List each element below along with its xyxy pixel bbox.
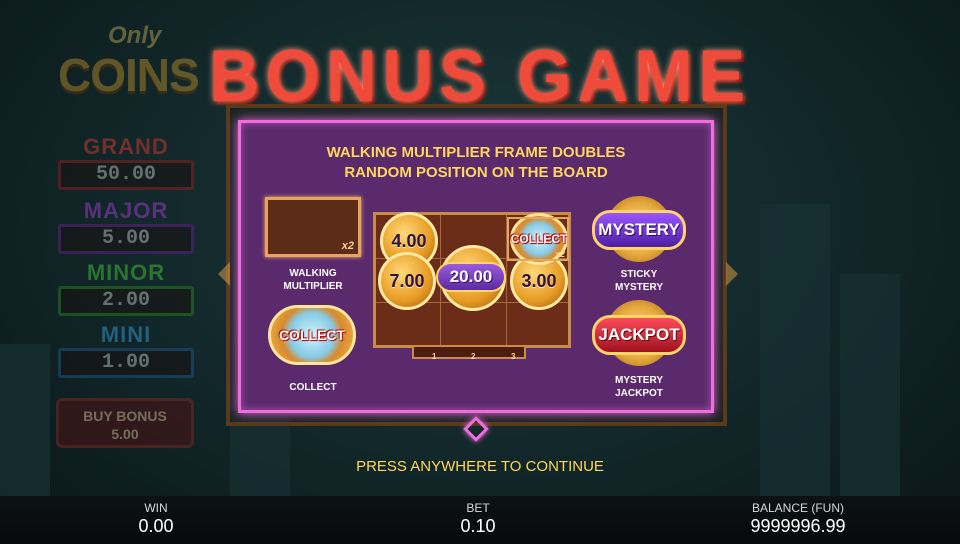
headline-line-1: WALKING MULTIPLIER FRAME DOUBLES bbox=[326, 144, 626, 161]
win-display: WIN 0.00 bbox=[120, 501, 192, 537]
caption-line: MULTIPLIER bbox=[283, 281, 343, 292]
jackpot-symbol-icon: JACKPOT bbox=[592, 315, 686, 355]
headline-line-2: RANDOM POSITION ON THE BOARD bbox=[344, 164, 608, 181]
walking-multiplier-frame-icon: x2 bbox=[265, 197, 361, 257]
reel-number: 1 bbox=[432, 352, 437, 361]
balance-label: BALANCE (FUN) bbox=[751, 501, 844, 515]
arrow-right-icon bbox=[726, 262, 738, 286]
jackpot-label: MINOR bbox=[86, 260, 166, 285]
coin-chip: 7.00 bbox=[378, 252, 436, 310]
coin-value: 7.00 bbox=[389, 270, 425, 291]
balance-display: BALANCE (FUN) 9999996.99 bbox=[726, 501, 870, 537]
coin-value-label-wrap: 20.00 bbox=[436, 262, 506, 292]
jackpot-major: MAJOR 5.00 bbox=[58, 198, 194, 254]
buy-bonus-button[interactable]: BUY BONUS 5.00 bbox=[56, 398, 194, 448]
background-building bbox=[0, 344, 50, 504]
win-label: WIN bbox=[144, 501, 168, 515]
jackpot-label: GRAND bbox=[83, 134, 169, 159]
jackpot-symbol-text: JACKPOT bbox=[598, 325, 680, 344]
jackpot-label: MINI bbox=[100, 322, 152, 347]
jackpot-value: 5.00 bbox=[58, 224, 194, 254]
buy-bonus-price: 5.00 bbox=[111, 426, 139, 442]
jackpot-value: 1.00 bbox=[58, 348, 194, 378]
reel-number: 2 bbox=[471, 352, 476, 361]
grid-multiplier-tag: x2 bbox=[555, 249, 566, 259]
caption-line: MYSTERY bbox=[615, 375, 663, 386]
jackpot-value: 2.00 bbox=[58, 286, 194, 316]
reel-number: 3 bbox=[511, 352, 516, 361]
jackpot-grand: GRAND 50.00 bbox=[58, 134, 194, 190]
jackpot-label: MAJOR bbox=[83, 198, 169, 223]
collect-caption: COLLECT bbox=[289, 382, 337, 393]
win-value: 0.00 bbox=[138, 516, 174, 536]
mystery-jackpot-caption: MYSTERY JACKPOT bbox=[588, 374, 690, 400]
coin-value: 20.00 bbox=[449, 267, 493, 286]
jackpot-mini: MINI 1.00 bbox=[58, 322, 194, 378]
reel-number-bar bbox=[412, 347, 526, 359]
bet-display: BET 0.10 bbox=[440, 501, 516, 537]
mystery-symbol-text: MYSTERY bbox=[598, 220, 680, 239]
mystery-symbol-icon: MYSTERY bbox=[592, 210, 686, 250]
bet-label: BET bbox=[466, 501, 490, 515]
caption-line: WALKING bbox=[289, 268, 337, 279]
balance-value: 9999996.99 bbox=[750, 516, 846, 536]
caption-line: MYSTERY bbox=[615, 282, 663, 293]
coin-value: 4.00 bbox=[391, 230, 427, 251]
caption-line: STICKY bbox=[620, 269, 658, 280]
collect-symbol-text: COLLECT bbox=[278, 327, 346, 343]
arrow-left-icon bbox=[218, 262, 230, 286]
press-to-continue[interactable]: PRESS ANYWHERE TO CONTINUE bbox=[0, 458, 960, 475]
collect-symbol-icon: COLLECT bbox=[268, 305, 356, 365]
sticky-mystery-caption: STICKY MYSTERY bbox=[588, 268, 690, 294]
jackpot-value: 50.00 bbox=[58, 160, 194, 190]
coin-value: 3.00 bbox=[521, 270, 557, 291]
multiplier-tag: x2 bbox=[341, 240, 354, 252]
buy-bonus-label: BUY BONUS bbox=[83, 408, 167, 424]
bet-value: 0.10 bbox=[460, 516, 496, 536]
caption-line: JACKPOT bbox=[615, 388, 663, 399]
walking-multiplier-caption: WALKING MULTIPLIER bbox=[262, 267, 364, 293]
jackpot-minor: MINOR 2.00 bbox=[58, 260, 194, 316]
panel-headline: WALKING MULTIPLIER FRAME DOUBLES RANDOM … bbox=[238, 143, 714, 183]
